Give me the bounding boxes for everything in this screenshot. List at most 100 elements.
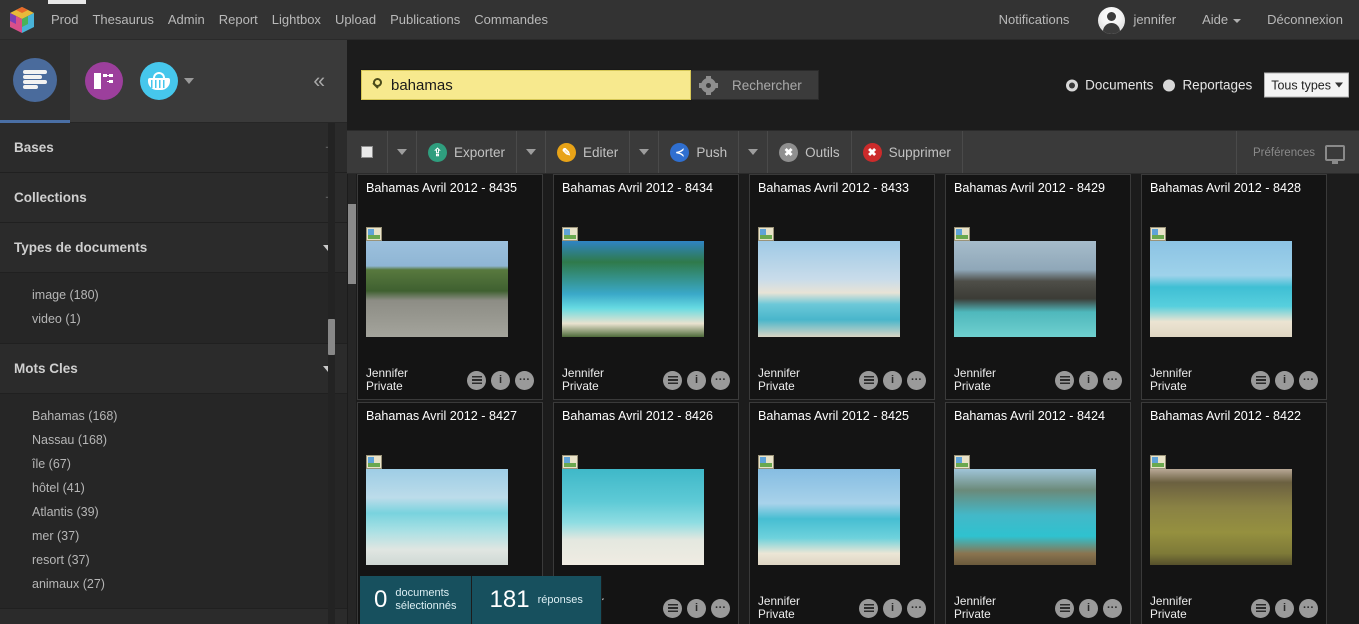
nav-item-commandes[interactable]: Commandes — [467, 0, 555, 40]
nav-item-prod[interactable]: Prod — [44, 0, 85, 40]
nav-item-upload[interactable]: Upload — [328, 0, 383, 40]
more-icon[interactable]: ··· — [1103, 598, 1122, 618]
radio-documents-icon — [1066, 79, 1079, 91]
facet-item-video[interactable]: video (1) — [0, 307, 347, 331]
basket-dropdown-caret-icon[interactable] — [184, 78, 194, 84]
sidebar-scrollbar-track[interactable] — [328, 123, 335, 624]
app-logo[interactable] — [0, 0, 44, 40]
result-card[interactable]: Bahamas Avril 2012 - 8435 Jennifer Privat… — [357, 174, 543, 400]
preferences-link[interactable]: Préférences — [1253, 147, 1315, 159]
results-grid: Bahamas Avril 2012 - 8435 Jennifer Privat… — [347, 174, 1359, 624]
thumbnail-image — [1150, 469, 1292, 565]
thesaurus-button[interactable] — [85, 62, 123, 100]
facet-item-resort[interactable]: resort (37) — [0, 548, 347, 572]
result-card[interactable]: Bahamas Avril 2012 - 8424 Jennifer Privat… — [945, 402, 1131, 624]
more-icon[interactable]: ··· — [907, 370, 926, 390]
radio-documents[interactable]: Documents — [1066, 78, 1153, 93]
more-icon[interactable]: ··· — [515, 370, 534, 390]
facet-panel: Bases ➝ Collections ➝ Types de documents… — [0, 123, 347, 624]
monitor-icon[interactable] — [1325, 145, 1345, 164]
nav-item-report[interactable]: Report — [212, 0, 265, 40]
more-icon[interactable]: ··· — [711, 598, 730, 618]
info-icon[interactable]: i — [687, 370, 706, 390]
search-button[interactable]: Rechercher — [732, 78, 802, 93]
push-button[interactable]: ≺ Push — [659, 131, 740, 173]
info-icon[interactable]: i — [1275, 370, 1294, 390]
search-input[interactable] — [389, 75, 684, 95]
facet-header-collections[interactable]: Collections ➝ — [0, 173, 347, 223]
grid-scrollbar-thumb[interactable] — [348, 204, 356, 284]
workspace-button[interactable] — [0, 39, 70, 123]
result-card[interactable]: Bahamas Avril 2012 - 8428 Jennifer Privat… — [1141, 174, 1327, 400]
result-card[interactable]: Bahamas Avril 2012 - 8434 Jennifer Privat… — [553, 174, 739, 400]
result-card[interactable]: Bahamas Avril 2012 - 8429 Jennifer Privat… — [945, 174, 1131, 400]
facet-item-animaux[interactable]: animaux (27) — [0, 572, 347, 596]
tools-icon: ✖ — [779, 142, 799, 162]
tools-button[interactable]: ✖ Outils — [768, 131, 852, 173]
facet-item-bahamas[interactable]: Bahamas (168) — [0, 404, 347, 428]
username-label[interactable]: jennifer — [1133, 0, 1189, 40]
results-count-box: 181 réponses — [471, 576, 602, 624]
gear-icon[interactable] — [699, 75, 718, 95]
info-icon[interactable]: i — [883, 370, 902, 390]
more-icon[interactable]: ··· — [907, 598, 926, 618]
result-card[interactable]: Bahamas Avril 2012 - 8422 Jennifer Privat… — [1141, 402, 1327, 624]
card-title: Bahamas Avril 2012 - 8434 — [562, 181, 713, 195]
more-icon[interactable]: ··· — [1103, 370, 1122, 390]
export-label: Exporter — [454, 144, 506, 160]
more-icon[interactable]: ··· — [711, 370, 730, 390]
info-icon[interactable]: i — [1079, 370, 1098, 390]
facet-item-image[interactable]: image (180) — [0, 283, 347, 307]
edit-button[interactable]: ✎ Editer — [546, 131, 631, 173]
basket-button[interactable] — [140, 62, 178, 100]
delete-button[interactable]: ✖ Supprimer — [852, 131, 963, 173]
sidebar-toolbar: « — [0, 39, 347, 123]
export-dropdown[interactable] — [517, 131, 547, 173]
select-all-button[interactable] — [347, 131, 388, 173]
result-card[interactable]: Bahamas Avril 2012 - 8425 Jennifer Privat… — [749, 402, 935, 624]
facet-item-nassau[interactable]: Nassau (168) — [0, 428, 347, 452]
select-all-dropdown[interactable] — [388, 131, 417, 173]
sidebar-scrollbar-thumb[interactable] — [328, 319, 335, 355]
list-icon[interactable] — [663, 370, 682, 390]
nav-item-lightbox[interactable]: Lightbox — [265, 0, 328, 40]
facet-header-types-de-documents[interactable]: Types de documents — [0, 223, 347, 273]
select-all-checkbox[interactable] — [361, 146, 373, 158]
info-icon[interactable]: i — [1079, 598, 1098, 618]
facet-item-atlantis[interactable]: Atlantis (39) — [0, 500, 347, 524]
info-icon[interactable]: i — [491, 370, 510, 390]
nav-item-admin[interactable]: Admin — [161, 0, 212, 40]
avatar[interactable] — [1098, 6, 1126, 34]
facet-header-bases[interactable]: Bases ➝ — [0, 123, 347, 173]
list-icon[interactable] — [1251, 370, 1270, 390]
facet-header-mots-cles[interactable]: Mots Cles — [0, 344, 347, 394]
notifications-link[interactable]: Notifications — [986, 0, 1083, 40]
more-icon[interactable]: ··· — [1299, 370, 1318, 390]
facet-item-hotel[interactable]: hôtel (41) — [0, 476, 347, 500]
list-icon[interactable] — [467, 370, 486, 390]
list-icon[interactable] — [663, 598, 682, 618]
list-icon[interactable] — [859, 598, 878, 618]
nav-item-publications[interactable]: Publications — [383, 0, 467, 40]
help-menu[interactable]: Aide — [1189, 0, 1254, 40]
facet-item-ile[interactable]: île (67) — [0, 452, 347, 476]
logout-link[interactable]: Déconnexion — [1254, 0, 1359, 40]
edit-dropdown[interactable] — [630, 131, 660, 173]
nav-item-thesaurus[interactable]: Thesaurus — [85, 0, 160, 40]
list-icon[interactable] — [1055, 598, 1074, 618]
info-icon[interactable]: i — [1275, 598, 1294, 618]
more-icon[interactable]: ··· — [1299, 598, 1318, 618]
list-icon[interactable] — [859, 370, 878, 390]
result-card[interactable]: Bahamas Avril 2012 - 8433 Jennifer Privat… — [749, 174, 935, 400]
document-type-select[interactable]: Tous types — [1264, 72, 1349, 98]
info-icon[interactable]: i — [687, 598, 706, 618]
export-button[interactable]: ⇪ Exporter — [417, 131, 518, 173]
search-field-wrapper[interactable] — [361, 70, 691, 100]
facet-item-mer[interactable]: mer (37) — [0, 524, 347, 548]
radio-reportages[interactable]: Reportages — [1163, 78, 1252, 93]
list-icon[interactable] — [1251, 598, 1270, 618]
info-icon[interactable]: i — [883, 598, 902, 618]
collapse-sidebar-button[interactable]: « — [313, 71, 325, 92]
push-dropdown[interactable] — [739, 131, 769, 173]
list-icon[interactable] — [1055, 370, 1074, 390]
